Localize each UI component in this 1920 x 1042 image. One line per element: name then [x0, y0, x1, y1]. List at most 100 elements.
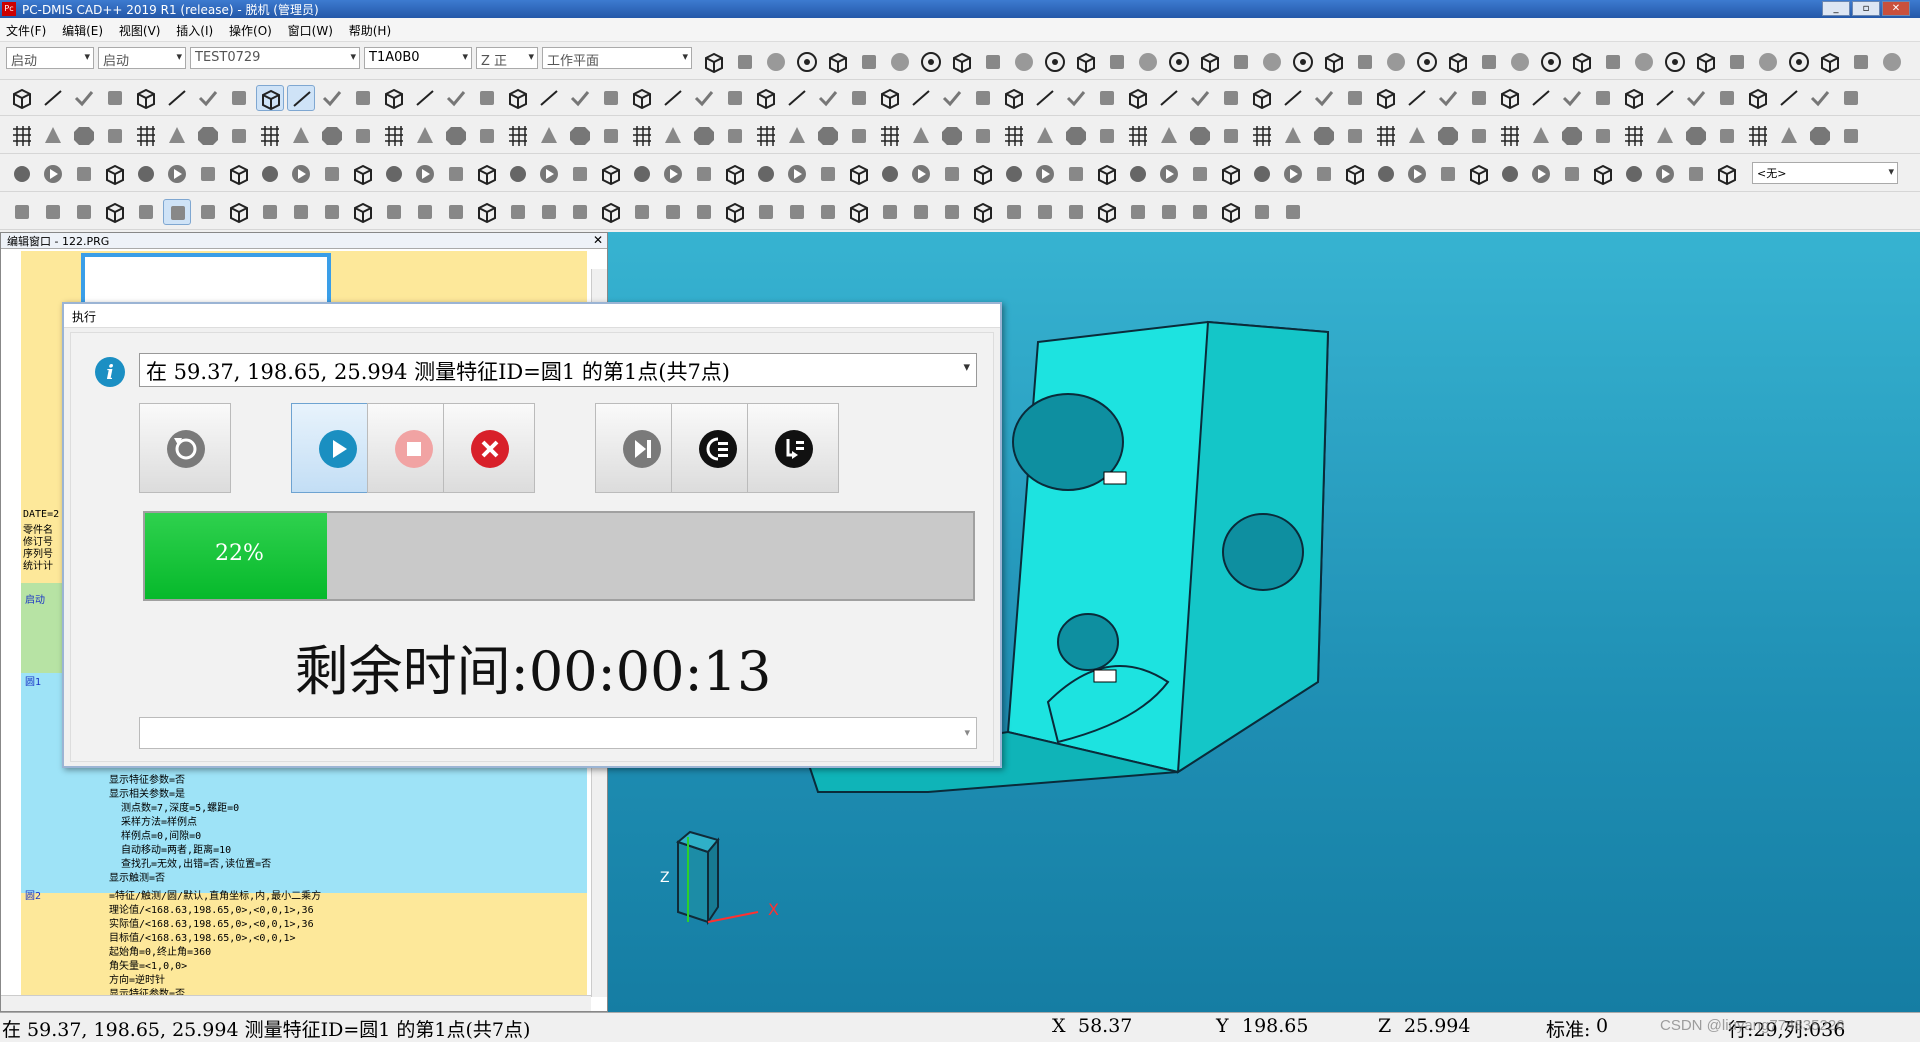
circle1-line[interactable]: 显示特征参数=否 — [109, 771, 185, 786]
toolbar-stop-icon[interactable] — [70, 123, 98, 149]
toolbar-play-icon[interactable] — [163, 161, 191, 187]
toolbar-circle-icon[interactable] — [1248, 161, 1276, 187]
toolbar-grid-icon[interactable] — [876, 123, 904, 149]
toolbar-cube-icon[interactable] — [845, 161, 873, 187]
toolbar-cube-icon[interactable] — [504, 85, 532, 111]
toolbar-play-icon[interactable] — [1279, 161, 1307, 187]
toolbar-cube-icon[interactable] — [380, 85, 408, 111]
toolbar-cube-icon[interactable] — [1589, 161, 1617, 187]
toolbar-undo-icon[interactable] — [597, 85, 625, 111]
toolbar-sphere-icon[interactable] — [1506, 49, 1534, 75]
toolbar-sphere-icon[interactable] — [1134, 49, 1162, 75]
toolbar-probe-icon[interactable] — [855, 49, 883, 75]
toolbar-play-icon[interactable] — [411, 161, 439, 187]
toolbar-scissors-icon[interactable] — [938, 199, 966, 225]
toolbar-stop-icon[interactable] — [1558, 123, 1586, 149]
toolbar-probe-icon[interactable] — [1847, 49, 1875, 75]
toolbar-flag-icon[interactable] — [1031, 199, 1059, 225]
toolbar-grid-icon[interactable] — [1124, 123, 1152, 149]
toolbar-plane-icon[interactable] — [1000, 199, 1028, 225]
circle1-line[interactable]: 测点数=7,深度=5,螺距=0 — [109, 799, 239, 814]
toolbar-grid-icon[interactable] — [1000, 123, 1028, 149]
minimize-button[interactable]: _ — [1822, 1, 1850, 16]
toolbar-circle-icon[interactable] — [504, 161, 532, 187]
toolbar-sphere-icon[interactable] — [886, 49, 914, 75]
toolbar-circle-icon[interactable] — [1000, 161, 1028, 187]
toolbar-line-icon[interactable] — [163, 85, 191, 111]
toolbar-stop-icon[interactable] — [1434, 123, 1462, 149]
toolbar-cube-icon[interactable] — [876, 85, 904, 111]
toolbar-cone-icon[interactable] — [163, 123, 191, 149]
toolbar-plane-icon[interactable] — [132, 199, 160, 225]
toolbar-circle-icon[interactable] — [1372, 161, 1400, 187]
toolbar-plane-icon[interactable] — [504, 199, 532, 225]
probe-combo[interactable]: T1A0B0 — [364, 47, 472, 69]
toolbar-plane-icon[interactable] — [256, 199, 284, 225]
toolbar-print-icon[interactable] — [1186, 161, 1214, 187]
toolbar-circle-icon[interactable] — [1496, 161, 1524, 187]
toolbar-sphere-icon[interactable] — [1754, 49, 1782, 75]
toolbar-play-icon[interactable] — [535, 161, 563, 187]
toolbar-cube-icon[interactable] — [700, 49, 728, 75]
toolbar-check-icon[interactable] — [442, 85, 470, 111]
toolbar-cube-icon[interactable] — [969, 199, 997, 225]
toolbar-cube-icon[interactable] — [349, 161, 377, 187]
toolbar-circle-icon[interactable] — [256, 161, 284, 187]
circle1-line[interactable]: 采样方法=样例点 — [109, 813, 197, 828]
toolbar-print-icon[interactable] — [442, 161, 470, 187]
toolbar-print-icon[interactable] — [1558, 161, 1586, 187]
toolbar-play-icon[interactable] — [659, 161, 687, 187]
toolbar-sphere-icon[interactable] — [762, 49, 790, 75]
toolbar-cube-icon[interactable] — [349, 199, 377, 225]
toolbar-stop-icon[interactable] — [194, 123, 222, 149]
restart-button[interactable] — [139, 403, 231, 493]
toolbar-check-icon[interactable] — [814, 85, 842, 111]
toolbar-cone-icon[interactable] — [1775, 123, 1803, 149]
circle1-line[interactable]: 显示相关参数=是 — [109, 785, 185, 800]
toolbar-plane-icon[interactable] — [752, 199, 780, 225]
toolbar-play-icon[interactable] — [1031, 161, 1059, 187]
toolbar-cone-icon[interactable] — [535, 123, 563, 149]
toolbar-probe-icon[interactable] — [1475, 49, 1503, 75]
toolbar-undo-icon[interactable] — [721, 85, 749, 111]
toolbar-flag-icon[interactable] — [411, 199, 439, 225]
toolbar-check-icon[interactable] — [70, 85, 98, 111]
toolbar-cube-icon[interactable] — [845, 199, 873, 225]
toolbar-plane-icon[interactable] — [1124, 199, 1152, 225]
toolbar-line-icon[interactable] — [907, 85, 935, 111]
circle1-line[interactable]: 样例点=0,间隙=0 — [109, 827, 201, 842]
toolbar-grid-icon[interactable] — [1372, 123, 1400, 149]
toolbar-plane-icon[interactable] — [876, 199, 904, 225]
toolbar-check-icon[interactable] — [1310, 85, 1338, 111]
toolbar-scissors-icon[interactable] — [318, 199, 346, 225]
toolbar-cube-icon[interactable] — [1000, 85, 1028, 111]
toolbar-cube-icon[interactable] — [101, 199, 129, 225]
toolbar-target-icon[interactable] — [1165, 49, 1193, 75]
toolbar-grid-icon[interactable] — [256, 123, 284, 149]
toolbar-cube-icon[interactable] — [721, 199, 749, 225]
toolbar-copy-icon[interactable] — [1093, 123, 1121, 149]
toolbar-cube-icon[interactable] — [1444, 49, 1472, 75]
toolbar-circle-icon[interactable] — [1620, 161, 1648, 187]
menu-view[interactable]: 视图(V) — [113, 18, 167, 43]
toolbar-scissors-icon[interactable] — [70, 199, 98, 225]
toolbar-probe-icon[interactable] — [1723, 49, 1751, 75]
close-button[interactable]: ✕ — [1882, 1, 1910, 16]
toolbar-print-icon[interactable] — [690, 161, 718, 187]
toolbar-stop-icon[interactable] — [814, 123, 842, 149]
toolbar-cone-icon[interactable] — [783, 123, 811, 149]
toolbar-stop-icon[interactable] — [1062, 123, 1090, 149]
toolbar-flag-icon[interactable] — [659, 199, 687, 225]
toolbar-circle-icon[interactable] — [1124, 161, 1152, 187]
toolbar-undo-icon[interactable] — [1713, 85, 1741, 111]
toolbar-cube-icon[interactable] — [1320, 49, 1348, 75]
toolbar-copy-icon[interactable] — [1217, 123, 1245, 149]
toolbar-cube-icon[interactable] — [1124, 85, 1152, 111]
toolbar-stop-icon[interactable] — [938, 123, 966, 149]
toolbar-grid-icon[interactable] — [1744, 123, 1772, 149]
startup-combo-1[interactable]: 启动 — [6, 47, 94, 69]
toolbar-cube-icon[interactable] — [473, 161, 501, 187]
toolbar-copy-icon[interactable] — [1341, 123, 1369, 149]
jump-button[interactable] — [747, 403, 839, 493]
toolbar-cube-icon[interactable] — [1093, 161, 1121, 187]
